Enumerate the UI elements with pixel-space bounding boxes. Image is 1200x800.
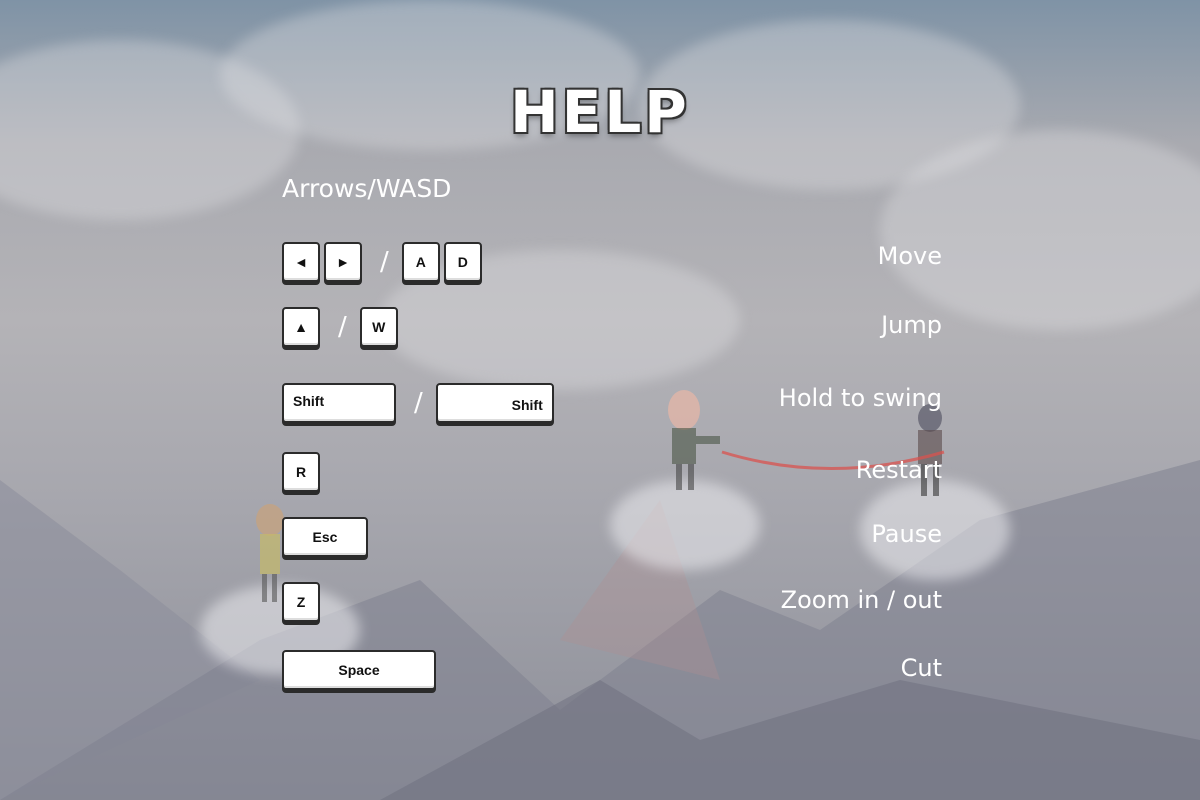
a-key: A xyxy=(401,242,440,282)
control-row-restart: R xyxy=(282,450,324,494)
controls-subtitle: Arrows/WASD xyxy=(282,174,452,203)
d-key: D xyxy=(443,242,482,282)
control-row-pause: Esc xyxy=(282,515,372,559)
action-restart: Restart xyxy=(855,456,942,484)
action-move: Move xyxy=(877,242,942,270)
right-arrow-key: ► xyxy=(324,242,362,282)
action-cut: Cut xyxy=(900,654,942,682)
z-key: Z xyxy=(282,582,320,622)
key-separator: / xyxy=(414,388,423,418)
w-key: W xyxy=(359,307,398,347)
action-swing: Hold to swing xyxy=(778,384,942,412)
right-shift-key: Shift xyxy=(435,383,554,423)
control-row-swing: Shift / Shift xyxy=(282,381,558,425)
up-arrow-key: ▲ xyxy=(282,307,320,347)
key-separator: / xyxy=(380,247,389,277)
action-pause: Pause xyxy=(871,520,942,548)
left-arrow-key: ◄ xyxy=(282,242,320,282)
control-row-zoom: Z xyxy=(282,580,324,624)
control-row-cut: Space xyxy=(282,648,440,692)
key-separator: / xyxy=(338,312,347,342)
r-key: R xyxy=(282,452,320,492)
control-row-move: ◄ ► / A D xyxy=(282,240,486,284)
control-row-jump: ▲ / W xyxy=(282,305,402,349)
esc-key: Esc xyxy=(282,517,368,557)
left-shift-key: Shift xyxy=(282,383,396,423)
space-key: Space xyxy=(282,650,436,690)
action-zoom: Zoom in / out xyxy=(780,586,942,614)
action-jump: Jump xyxy=(881,311,942,339)
page-title: HELP xyxy=(510,78,690,146)
